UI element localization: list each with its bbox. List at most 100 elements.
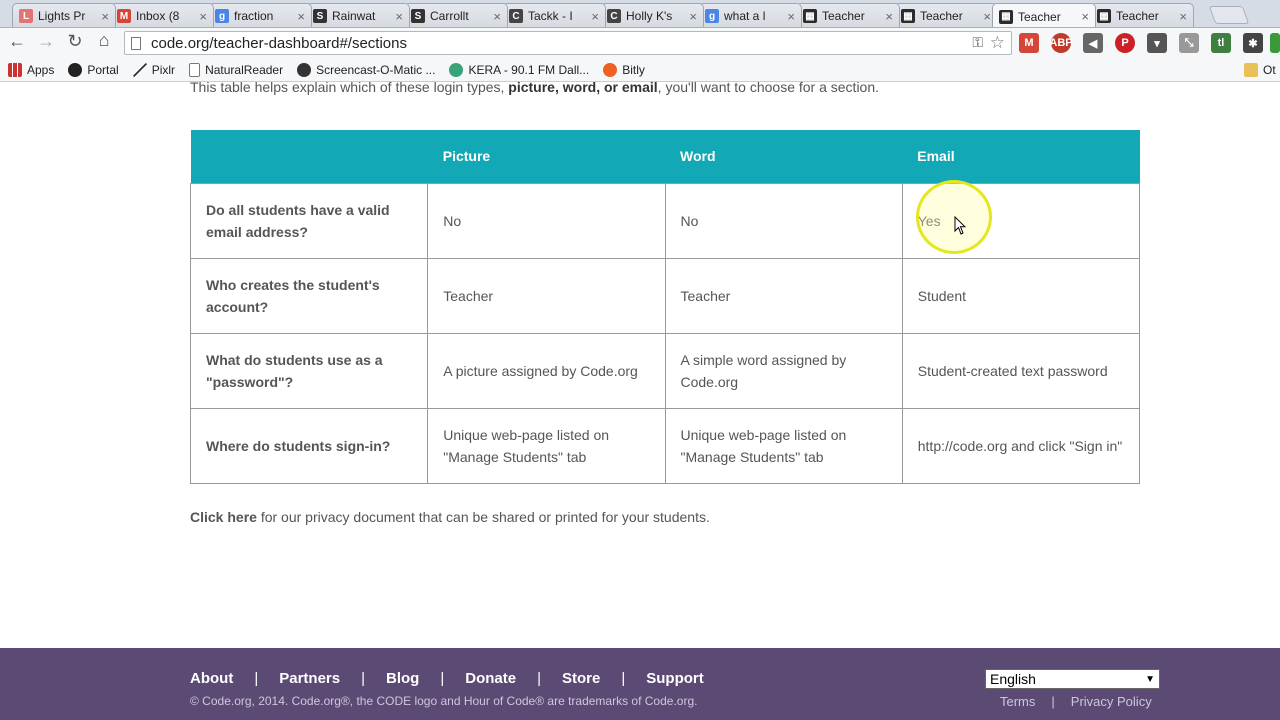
tab-close-icon[interactable]: × xyxy=(297,9,305,24)
table-header-row: Picture Word Email xyxy=(190,130,1140,183)
bookmark-other[interactable]: Ot xyxy=(1244,62,1276,77)
gmail-extension-icon[interactable]: M xyxy=(1019,33,1039,53)
tab-title: Teacher xyxy=(822,9,865,23)
cell-word: A simple word assigned by Code.org xyxy=(664,332,903,409)
footer-separator: | xyxy=(621,670,626,687)
footer-separator: | xyxy=(254,670,259,687)
intro-prefix: This table helps explain which of these … xyxy=(190,79,509,95)
tab-close-icon[interactable]: × xyxy=(591,9,599,24)
tab-favicon-icon: ▦ xyxy=(803,9,817,23)
browser-tab[interactable]: L Lights Pr × xyxy=(12,3,116,27)
folder-icon xyxy=(1244,62,1258,77)
tab-title: Holly K's xyxy=(626,9,673,23)
tab-close-icon[interactable]: × xyxy=(787,9,795,24)
tab-close-icon[interactable]: × xyxy=(493,9,501,24)
tab-close-icon[interactable]: × xyxy=(885,9,893,24)
browser-tab[interactable]: g fraction × xyxy=(208,3,312,27)
resize-extension-icon[interactable]: ⤡ xyxy=(1179,33,1199,53)
browser-tab[interactable]: S Rainwat × xyxy=(306,3,410,27)
bookmark-bitly[interactable]: Bitly xyxy=(603,62,645,77)
adblock-extension-icon[interactable]: ABP xyxy=(1049,33,1073,53)
browser-tab[interactable]: C Holly K's × xyxy=(600,3,704,27)
tab-title: Inbox (8 xyxy=(136,9,180,23)
header-picture: Picture xyxy=(427,130,665,183)
page-icon xyxy=(131,36,141,50)
footer-link-store[interactable]: Store xyxy=(562,670,600,687)
cell-word: Unique web-page listed on "Manage Studen… xyxy=(664,407,903,484)
language-select[interactable]: English ▼ xyxy=(985,669,1160,689)
bookmark-portal[interactable]: Portal xyxy=(68,62,119,77)
bookmark-screencast[interactable]: Screencast-O-Matic ... xyxy=(297,62,435,77)
tab-title: what a l xyxy=(724,9,766,23)
dropdown-arrow-icon: ▼ xyxy=(1145,673,1155,685)
footer-link-about[interactable]: About xyxy=(190,670,233,687)
bookmark-label: Apps xyxy=(27,62,55,77)
bookmark-label: NaturalReader xyxy=(205,62,284,77)
bookmark-kera[interactable]: KERA - 90.1 FM Dall... xyxy=(449,62,589,77)
tab-close-icon[interactable]: × xyxy=(101,9,109,24)
bookmark-naturalreader[interactable]: NaturalReader xyxy=(189,62,284,77)
bookmark-label: Bitly xyxy=(622,62,645,77)
browser-tab[interactable]: g what a l × xyxy=(698,3,802,27)
reload-icon[interactable]: ↻ xyxy=(64,31,86,52)
copyright-text: © Code.org, 2014. Code.org®, the CODE lo… xyxy=(190,694,698,708)
browser-tab[interactable]: M Inbox (8 × xyxy=(110,3,214,27)
tab-favicon-icon: S xyxy=(411,9,425,23)
browser-tab[interactable]: ▦ Teacher × xyxy=(1090,3,1194,27)
tab-close-icon[interactable]: × xyxy=(983,9,991,24)
footer-link-privacy-policy[interactable]: Privacy Policy xyxy=(1071,694,1152,709)
speaker-extension-icon[interactable]: ◀ xyxy=(1083,33,1103,53)
mouse-cursor-icon xyxy=(954,216,966,235)
puzzle-extension-icon[interactable]: ✱ xyxy=(1243,33,1263,53)
privacy-note-text: for our privacy document that can be sha… xyxy=(256,509,710,525)
pocket-extension-icon[interactable]: ▾ xyxy=(1147,33,1167,53)
row-question: Do all students have a valid email addre… xyxy=(189,182,429,259)
forward-icon[interactable]: → xyxy=(35,31,57,52)
pinterest-extension-icon[interactable]: P xyxy=(1115,33,1135,53)
apps-icon xyxy=(8,62,22,77)
login-types-table: Picture Word Email Do all students have … xyxy=(189,130,1141,484)
new-tab-button[interactable] xyxy=(1208,6,1250,24)
bookmark-apps[interactable]: Apps xyxy=(8,62,55,77)
tab-title: Lights Pr xyxy=(38,9,86,23)
click-here-link[interactable]: Click here xyxy=(190,509,257,525)
intro-suffix: , you'll want to choose for a section. xyxy=(657,79,880,95)
bookmark-pixlr[interactable]: Pixlr xyxy=(132,62,175,77)
footer-link-terms[interactable]: Terms xyxy=(1000,694,1035,709)
footer-link-partners[interactable]: Partners xyxy=(279,670,340,687)
tab-favicon-icon: ▦ xyxy=(999,9,1013,24)
key-icon[interactable]: ⚿ xyxy=(972,34,983,51)
tab-close-icon[interactable]: × xyxy=(1081,9,1089,24)
address-bar[interactable]: code.org/teacher-dashboard#/sections ⚿ ☆ xyxy=(124,31,1012,55)
intro-bold: picture, word, or email xyxy=(508,79,658,95)
cell-picture: No xyxy=(427,182,666,259)
page-icon xyxy=(189,62,201,77)
tab-close-icon[interactable]: × xyxy=(199,9,207,24)
browser-tab[interactable]: C Tackk - I × xyxy=(502,3,606,27)
footer-link-blog[interactable]: Blog xyxy=(386,670,419,687)
footer-link-support[interactable]: Support xyxy=(646,670,704,687)
tab-favicon-icon: ▦ xyxy=(901,9,915,23)
tldr-extension-icon[interactable]: tl xyxy=(1211,33,1231,53)
tab-title: fraction xyxy=(234,9,274,23)
tab-close-icon[interactable]: × xyxy=(689,9,697,24)
browser-tab[interactable]: ▦ Teacher × xyxy=(894,3,998,27)
footer-link-donate[interactable]: Donate xyxy=(465,670,516,687)
tab-close-icon[interactable]: × xyxy=(1179,9,1187,24)
home-icon[interactable]: ⌂ xyxy=(93,30,115,51)
tab-title: Teacher xyxy=(1116,9,1159,23)
table-row: Where do students sign-in? Unique web-pa… xyxy=(189,407,1141,484)
browser-tab[interactable]: S Carrollt × xyxy=(404,3,508,27)
tab-favicon-icon: M xyxy=(117,9,131,23)
browser-tab[interactable]: ▦ Teacher × xyxy=(992,3,1096,27)
tab-close-icon[interactable]: × xyxy=(395,9,403,24)
tab-strip: ▦ Teacher × ▦ Teacher × ▦ Teacher × ▦ Teacher × g wha… xyxy=(0,0,1280,28)
cell-email: Student-created text password xyxy=(901,332,1141,409)
table-row: Who creates the student's account? Teach… xyxy=(189,257,1141,334)
cell-email: Student xyxy=(901,257,1141,334)
green-extension-icon[interactable] xyxy=(1270,33,1280,53)
star-icon[interactable]: ☆ xyxy=(990,33,1005,53)
browser-tab[interactable]: ▦ Teacher × xyxy=(796,3,900,27)
back-icon[interactable]: ← xyxy=(6,31,28,52)
cell-picture: A picture assigned by Code.org xyxy=(427,332,666,409)
